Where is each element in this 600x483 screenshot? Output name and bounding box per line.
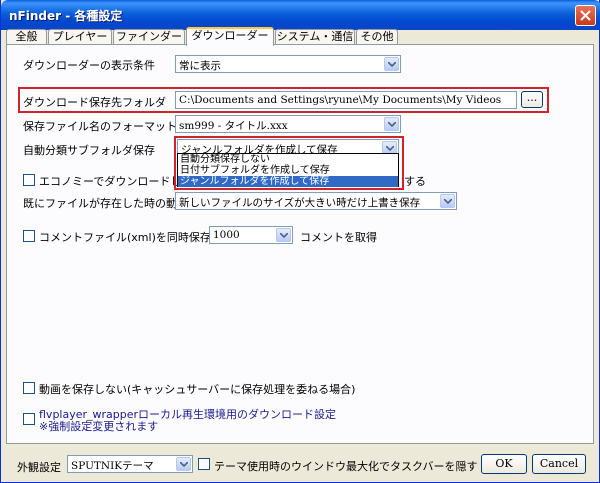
filename-format-select[interactable]: sm999 - タイトル.xxx	[175, 115, 401, 133]
chevron-down-icon	[276, 228, 291, 242]
save-folder-input[interactable]: C:\Documents and Settings\ryune\My Docum…	[175, 91, 517, 109]
existing-file-label: 既にファイルが存在した時の動作	[23, 197, 175, 210]
chevron-down-icon	[384, 117, 399, 131]
tab-downloader[interactable]: ダウンローダー	[186, 27, 274, 46]
chevron-down-icon	[440, 194, 455, 208]
theme-label: 外観設定	[17, 461, 61, 474]
filename-format-label: 保存ファイル名のフォーマット	[23, 120, 177, 133]
close-icon	[580, 10, 591, 21]
comment-count-select[interactable]: 1000	[209, 226, 293, 244]
comment-suffix-label: コメントを取得	[300, 231, 377, 244]
save-folder-label: ダウンロード保存先フォルダ	[23, 96, 166, 109]
comment-file-label: コメントファイル(xml)を同時保存す	[39, 231, 209, 244]
auto-subfolder-highlight	[174, 136, 404, 190]
settings-window: nFinder - 各種設定 全般 プレイヤー ファインダー ダウンローダー シ…	[0, 0, 600, 483]
maximize-taskbar-checkbox[interactable]	[198, 458, 210, 470]
auto-subfolder-label: 自動分類サブフォルダ保存	[23, 144, 155, 157]
economy-suffix-label: する	[404, 175, 426, 188]
browse-folder-button[interactable]: ...	[521, 91, 543, 108]
display-condition-select[interactable]: 常に表示	[175, 55, 401, 73]
close-button[interactable]	[575, 5, 596, 26]
chevron-down-icon	[176, 457, 191, 471]
economy-label: エコノミーでダウンロードし	[39, 175, 182, 188]
maximize-taskbar-label: テーマ使用時のウインドウ最大化でタスクバーを隠す	[214, 460, 478, 473]
flvplayer-note: ※強制設定変更されます	[39, 420, 159, 433]
flvplayer-checkbox[interactable]	[23, 413, 35, 425]
no-save-video-checkbox[interactable]	[23, 382, 35, 394]
tab-player[interactable]: プレイヤー	[48, 29, 112, 45]
tab-system[interactable]: システム・通信	[275, 29, 355, 45]
no-save-video-label: 動画を保存しない(キャッシュサーバーに保存処理を委ねる場合)	[39, 383, 356, 396]
ok-button[interactable]: OK	[481, 454, 527, 474]
window-title: nFinder - 各種設定	[9, 9, 123, 23]
economy-checkbox[interactable]	[23, 174, 35, 186]
theme-select[interactable]: SPUTNIKテーマ	[67, 455, 193, 473]
display-condition-label: ダウンローダーの表示条件	[23, 59, 155, 72]
title-bar[interactable]: nFinder - 各種設定	[1, 0, 600, 30]
tab-finder[interactable]: ファインダー	[113, 29, 185, 45]
tab-general[interactable]: 全般	[6, 29, 47, 45]
comment-file-checkbox[interactable]	[23, 230, 35, 242]
chevron-down-icon	[384, 57, 399, 71]
cancel-button[interactable]: Cancel	[532, 454, 586, 474]
tab-other[interactable]: その他	[356, 29, 398, 45]
existing-file-select[interactable]: 新しいファイルのサイズが大きい時だけ上書き保存	[175, 192, 457, 210]
